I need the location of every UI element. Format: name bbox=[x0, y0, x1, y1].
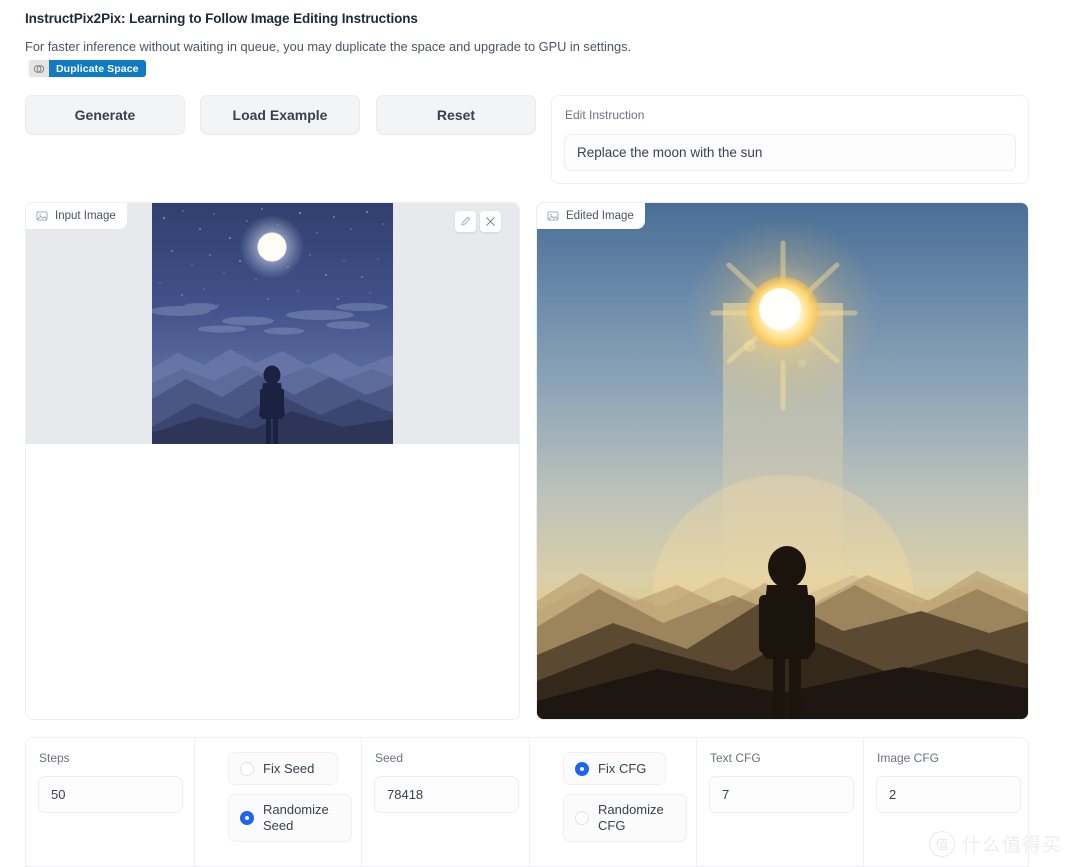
edit-image-button[interactable] bbox=[455, 211, 476, 232]
seed-label: Seed bbox=[375, 751, 403, 765]
image-icon bbox=[547, 210, 559, 222]
edit-instruction-panel: Edit Instruction Replace the moon with t… bbox=[551, 95, 1029, 184]
pencil-icon bbox=[460, 216, 471, 227]
radio-randomize-seed[interactable]: Randomize Seed bbox=[228, 794, 352, 842]
seed-column: Seed 78418 bbox=[361, 738, 530, 866]
radio-fix-seed-label: Fix Seed bbox=[263, 761, 314, 777]
image-icon bbox=[36, 210, 48, 222]
text-cfg-input[interactable]: 7 bbox=[709, 776, 854, 813]
reset-button[interactable]: Reset bbox=[376, 95, 536, 135]
image-cfg-input[interactable]: 2 bbox=[876, 776, 1021, 813]
radio-randomize-cfg-label: Randomize CFG bbox=[598, 802, 673, 834]
edit-instruction-input[interactable]: Replace the moon with the sun bbox=[564, 134, 1016, 171]
seed-mode-column: Fix Seed Randomize Seed bbox=[194, 738, 362, 866]
edited-image-panel[interactable]: Edited Image bbox=[536, 202, 1029, 720]
radio-indicator bbox=[240, 811, 254, 825]
radio-indicator bbox=[575, 762, 589, 776]
image-cfg-column: Image CFG 2 bbox=[863, 738, 1029, 866]
radio-indicator bbox=[240, 762, 254, 776]
radio-indicator bbox=[575, 811, 589, 825]
input-image-tools bbox=[455, 211, 501, 232]
close-icon bbox=[485, 216, 496, 227]
text-cfg-column: Text CFG 7 bbox=[696, 738, 864, 866]
clear-image-button[interactable] bbox=[480, 211, 501, 232]
steps-label: Steps bbox=[39, 751, 70, 765]
duplicate-space-badge[interactable]: Duplicate Space bbox=[29, 60, 146, 77]
load-example-button[interactable]: Load Example bbox=[200, 95, 360, 135]
text-cfg-label: Text CFG bbox=[710, 751, 761, 765]
input-image-panel[interactable]: Input Image bbox=[25, 202, 520, 720]
input-image-artwork bbox=[152, 203, 393, 444]
radio-fix-seed[interactable]: Fix Seed bbox=[228, 752, 338, 785]
edited-image-chip: Edited Image bbox=[537, 203, 645, 229]
radio-randomize-cfg[interactable]: Randomize CFG bbox=[563, 794, 687, 842]
input-image-label: Input Image bbox=[55, 210, 116, 222]
cfg-mode-column: Fix CFG Randomize CFG bbox=[529, 738, 697, 866]
huggingface-logo-icon bbox=[29, 60, 49, 77]
generate-button[interactable]: Generate bbox=[25, 95, 185, 135]
edited-image-artwork bbox=[537, 203, 1028, 719]
steps-column: Steps 50 bbox=[26, 738, 194, 866]
radio-randomize-seed-label: Randomize Seed bbox=[263, 802, 338, 834]
input-image-chip: Input Image bbox=[26, 203, 127, 229]
image-cfg-label: Image CFG bbox=[877, 751, 939, 765]
radio-fix-cfg[interactable]: Fix CFG bbox=[563, 752, 666, 785]
parameter-controls-panel: Steps 50 Fix Seed Randomize Seed Seed 78… bbox=[25, 737, 1029, 867]
page-subtitle: For faster inference without waiting in … bbox=[25, 39, 631, 54]
steps-input[interactable]: 50 bbox=[38, 776, 183, 813]
duplicate-space-label: Duplicate Space bbox=[49, 60, 146, 77]
page-title: InstructPix2Pix: Learning to Follow Imag… bbox=[25, 11, 418, 26]
radio-fix-cfg-label: Fix CFG bbox=[598, 761, 646, 777]
edit-instruction-label: Edit Instruction bbox=[565, 108, 644, 122]
seed-input[interactable]: 78418 bbox=[374, 776, 519, 813]
edited-image-label: Edited Image bbox=[566, 210, 634, 222]
